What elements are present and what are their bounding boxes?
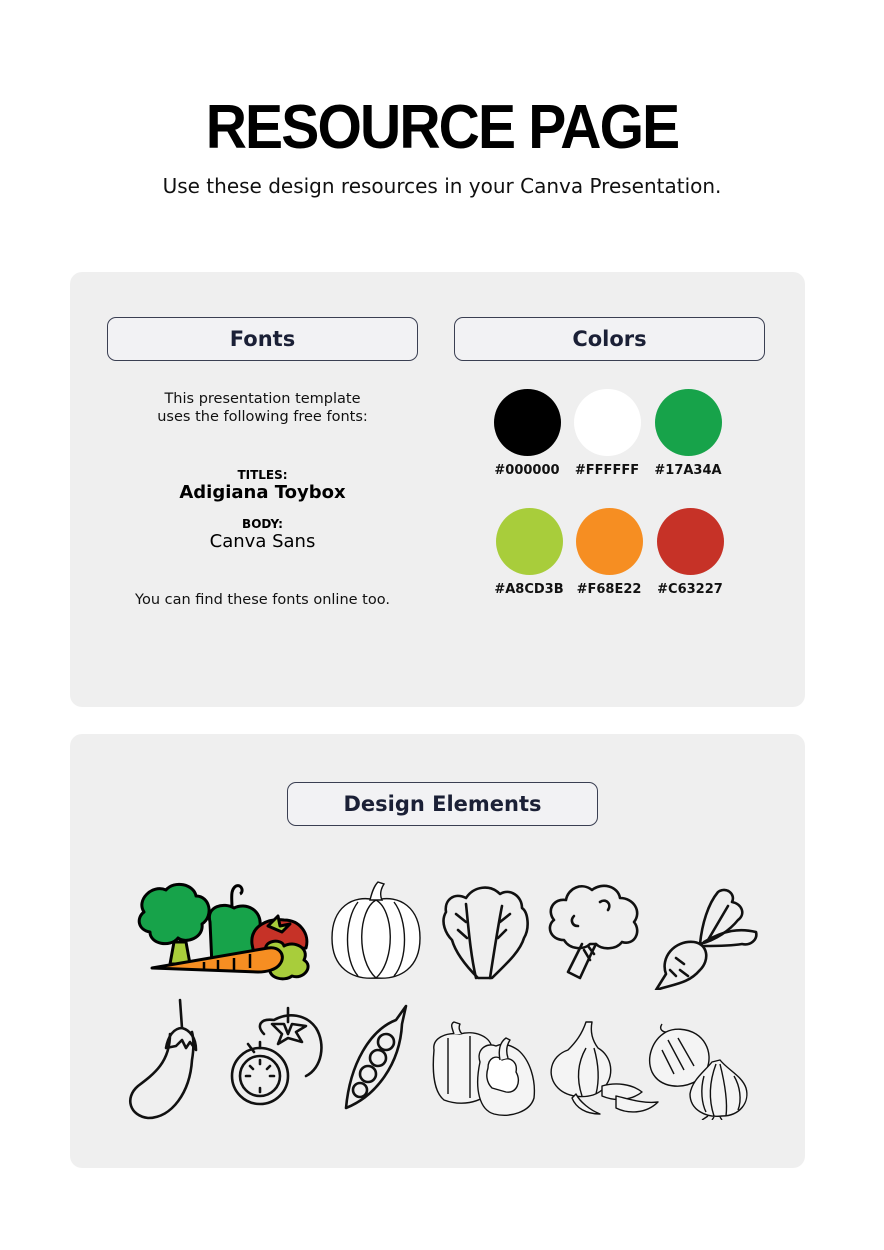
lettuce-icon xyxy=(440,882,532,982)
swatch-dot xyxy=(495,508,563,575)
swatch-hex-label: #FFFFFF xyxy=(574,463,640,478)
titles-font-name: Adigiana Toybox xyxy=(179,482,346,503)
page-subtitle: Use these design resources in your Canva… xyxy=(162,174,722,198)
titles-label: TITLES: xyxy=(237,468,288,482)
body-label: BODY: xyxy=(242,517,283,531)
tomato-icon xyxy=(226,1006,330,1110)
swatch-dot xyxy=(493,389,561,456)
swatch-dot xyxy=(575,508,643,575)
color-swatch: #17A34A xyxy=(648,389,728,478)
color-swatch: #A8CD3B xyxy=(489,508,569,597)
color-swatch: #000000 xyxy=(487,389,567,478)
pea-pod-icon xyxy=(340,1004,412,1112)
vegetable-bundle-icon xyxy=(134,882,316,982)
colors-heading: Colors xyxy=(454,317,765,361)
bell-pepper-icon xyxy=(430,1020,540,1118)
fonts-section: This presentation template uses the foll… xyxy=(107,390,418,609)
fonts-outro: You can find these fonts online too. xyxy=(135,592,390,608)
body-font-name: Canva Sans xyxy=(209,531,316,552)
resources-panel: Fonts Colors This presentation template … xyxy=(70,272,805,707)
swatch-dot xyxy=(654,389,722,456)
swatch-hex-label: #A8CD3B xyxy=(494,582,564,597)
swatch-hex-label: #17A34A xyxy=(654,463,722,478)
design-elements-panel: Design Elements xyxy=(70,734,805,1168)
color-swatch: #C63227 xyxy=(650,508,730,597)
onion-icon xyxy=(648,1020,752,1120)
fonts-heading: Fonts xyxy=(107,317,418,361)
pumpkin-icon xyxy=(328,880,424,984)
swatch-dot xyxy=(573,389,641,456)
color-swatch: #FFFFFF xyxy=(567,389,647,478)
fonts-intro-line-1: This presentation template xyxy=(164,391,361,407)
fonts-intro-line-2: uses the following free fonts: xyxy=(157,409,368,425)
eggplant-icon xyxy=(124,992,200,1122)
swatch-hex-label: #C63227 xyxy=(657,582,723,597)
swatch-hex-label: #F68E22 xyxy=(576,582,642,597)
garlic-icon xyxy=(546,1018,660,1116)
beetroot-icon xyxy=(654,884,764,990)
page-title: RESOURCE PAGE xyxy=(205,93,680,162)
swatch-dot xyxy=(656,508,724,575)
broccoli-icon xyxy=(544,880,644,980)
design-elements-heading: Design Elements xyxy=(287,782,598,826)
swatch-hex-label: #000000 xyxy=(494,463,560,478)
color-swatch: #F68E22 xyxy=(569,508,649,597)
